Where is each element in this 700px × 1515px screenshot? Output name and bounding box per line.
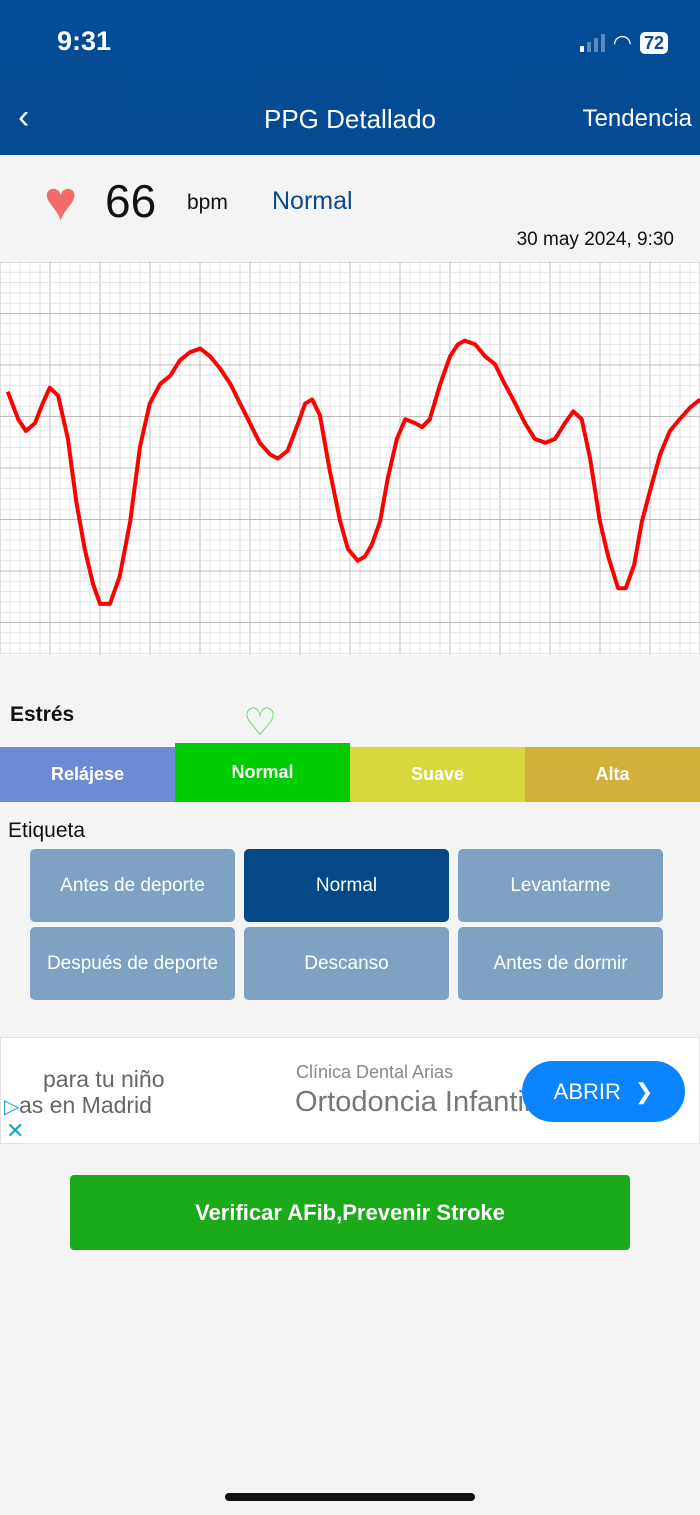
chevron-right-icon: ❯ (634, 1078, 654, 1104)
bpm-value: 66 (105, 175, 157, 227)
stress-level-mild: Suave (350, 747, 525, 802)
stress-level-relax: Relájese (0, 747, 175, 802)
ppg-waveform-line (5, 338, 700, 606)
reading-status: Normal (272, 187, 353, 215)
stress-label: Estrés (10, 703, 75, 726)
tag-before-sport[interactable]: Antes de deporte (30, 849, 235, 922)
wifi-icon: ◠ (612, 30, 632, 55)
ad-text-2: as en Madrid (19, 1092, 152, 1118)
verify-afib-button[interactable]: Verificar AFib,Prevenir Stroke (70, 1175, 630, 1250)
home-indicator[interactable] (225, 1493, 475, 1501)
bpm-unit: bpm (187, 191, 228, 214)
battery-icon: 72 (639, 32, 668, 54)
close-icon[interactable]: ✕ (6, 1118, 24, 1143)
adchoices-icon[interactable]: ▷ (4, 1094, 19, 1119)
status-icons: ◠ 72 (579, 30, 668, 56)
ad-open-label: ABRIR (553, 1078, 621, 1104)
ad-text-1: para tu niño (43, 1066, 165, 1092)
signal-icon (579, 34, 605, 52)
stress-level-high: Alta (525, 747, 700, 802)
tag-rest[interactable]: Descanso (244, 927, 449, 1000)
tag-normal[interactable]: Normal (244, 849, 449, 922)
tag-wake-up[interactable]: Levantarme (458, 849, 663, 922)
heart-icon: ♥ (44, 169, 78, 232)
stress-level-normal: Normal (175, 743, 350, 802)
stress-indicator-icon: ♡ (243, 702, 278, 744)
header: 9:31 ◠ 72 ‹ PPG Detallado Tendencia (0, 0, 700, 155)
reading-datetime: 30 may 2024, 9:30 (516, 229, 674, 250)
tag-label: Etiqueta (8, 819, 86, 842)
trend-button[interactable]: Tendencia (583, 105, 692, 133)
tag-after-sport[interactable]: Después de deporte (30, 927, 235, 1000)
stress-scale: Relájese Normal Suave Alta (0, 743, 700, 802)
ad-advertiser: Clínica Dental Arias (296, 1062, 454, 1082)
tag-before-sleep[interactable]: Antes de dormir (458, 927, 663, 1000)
ad-banner[interactable]: para tu niño as en Madrid Clínica Dental… (0, 1037, 700, 1144)
tag-grid: Antes de deporte Normal Levantarme Despu… (30, 849, 663, 1000)
ad-headline: Ortodoncia Infantil (295, 1086, 531, 1118)
ad-open-button[interactable]: ABRIR ❯ (522, 1061, 685, 1122)
ppg-chart (0, 262, 700, 655)
status-time: 9:31 (57, 26, 112, 56)
